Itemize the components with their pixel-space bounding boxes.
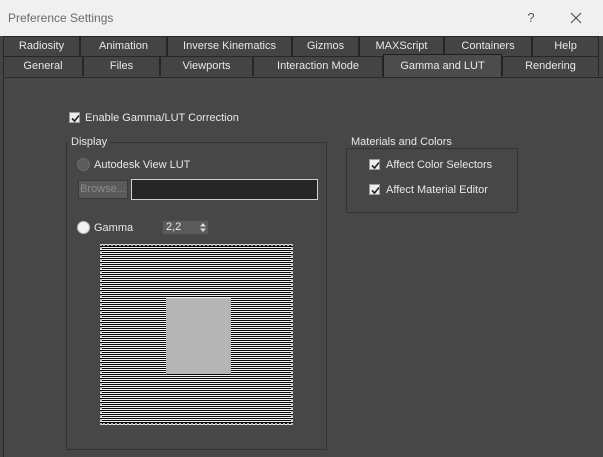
tab-files[interactable]: Files (83, 56, 160, 76)
gamma-reference-square (166, 298, 231, 374)
tab-interaction-mode[interactable]: Interaction Mode (253, 56, 383, 76)
affect-material-editor-label: Affect Material Editor (386, 184, 488, 196)
checkmark-icon (371, 186, 380, 195)
tab-help[interactable]: Help (532, 36, 599, 56)
autodesk-view-lut-radio[interactable] (77, 158, 90, 171)
enable-gamma-label: Enable Gamma/LUT Correction (85, 112, 239, 124)
tab-general[interactable]: General (3, 56, 83, 76)
gamma-spinner[interactable]: 2,2 (162, 220, 209, 235)
spinner-arrows-icon[interactable] (200, 222, 206, 233)
gamma-label: Gamma (94, 222, 134, 234)
tab-containers[interactable]: Containers (444, 36, 532, 56)
radio-selected-dot (81, 225, 86, 230)
materials-colors-group (346, 148, 518, 213)
lut-path-field[interactable] (131, 179, 318, 200)
tab-gamma-and-lut[interactable]: Gamma and LUT (383, 54, 502, 78)
gamma-radio[interactable] (77, 221, 90, 234)
help-button[interactable]: ? (523, 8, 539, 28)
browse-button[interactable]: Browse... (78, 180, 128, 199)
gamma-test-pattern (100, 244, 293, 425)
checkmark-icon (71, 114, 80, 123)
affect-material-editor-checkbox[interactable] (369, 184, 380, 195)
checkmark-icon (371, 161, 380, 170)
close-icon (570, 12, 582, 24)
tab-radiosity[interactable]: Radiosity (3, 36, 80, 56)
tab-viewports[interactable]: Viewports (160, 56, 253, 76)
tab-gizmos[interactable]: Gizmos (292, 36, 359, 56)
materials-colors-group-title: Materials and Colors (348, 136, 455, 148)
tab-animation[interactable]: Animation (80, 36, 167, 56)
autodesk-view-lut-label: Autodesk View LUT (94, 159, 191, 171)
window-title: Preference Settings (8, 11, 114, 25)
tab-strip: Radiosity Animation Inverse Kinematics G… (0, 36, 603, 78)
tab-inverse-kinematics[interactable]: Inverse Kinematics (167, 36, 292, 56)
affect-color-selectors-checkbox[interactable] (369, 159, 380, 170)
tab-rendering[interactable]: Rendering (502, 56, 599, 76)
title-bar: Preference Settings ? (0, 0, 603, 36)
tab-maxscript[interactable]: MAXScript (359, 36, 444, 56)
display-group-title: Display (68, 136, 111, 148)
enable-gamma-checkbox[interactable] (69, 112, 80, 123)
close-button[interactable] (566, 8, 586, 28)
gamma-value: 2,2 (166, 221, 182, 233)
affect-color-selectors-label: Affect Color Selectors (386, 159, 493, 171)
preference-settings-dialog: Preference Settings ? Radiosity Animatio… (0, 0, 603, 457)
